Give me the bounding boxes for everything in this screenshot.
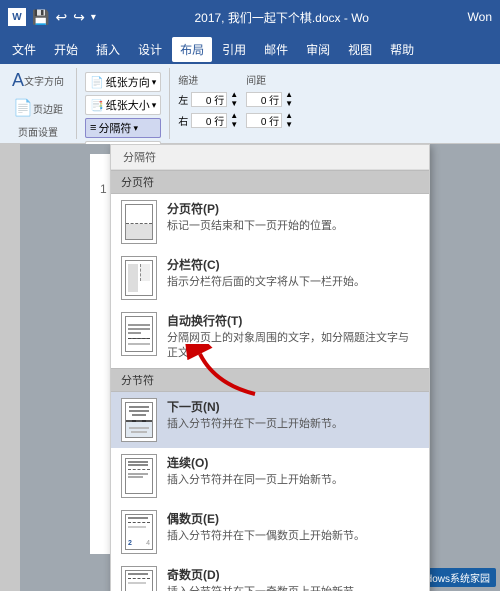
menu-view[interactable]: 视图 [340, 37, 380, 62]
spacing-after-down[interactable]: ▼ [285, 120, 293, 129]
save-icon[interactable]: 💾 [32, 9, 49, 26]
indent-left-down[interactable]: ▼ [230, 99, 238, 108]
spacing-before-down[interactable]: ▼ [285, 99, 293, 108]
indent-right-input[interactable] [191, 113, 227, 128]
orientation-arrow: ▾ [152, 77, 157, 88]
window-controls[interactable]: Won [468, 10, 492, 24]
redo-icon[interactable]: ↪ [73, 9, 85, 26]
odd-page-text: 奇数页(D) 插入分节符并在下一奇数页上开始新节。 [167, 566, 419, 591]
undo-icon[interactable]: ↩ [55, 9, 67, 26]
break-button[interactable]: ≡ 分隔符 ▾ [85, 118, 161, 138]
app-icon: W [8, 8, 26, 26]
dropdown-item-odd-page[interactable]: 1 3 奇数页(D) 插入分节符并在下一奇数页上开始新节。 [111, 560, 429, 591]
indent-left-input[interactable] [191, 92, 227, 107]
next-page-text: 下一页(N) 插入分节符并在下一页上开始新节。 [167, 398, 419, 432]
continuous-icon [121, 454, 157, 498]
col-break-icon [121, 256, 157, 300]
cursor-indicator: 1 [100, 182, 107, 196]
indent-left-up[interactable]: ▲ [230, 90, 238, 99]
indent-section: 缩进 左 ▲ ▼ 右 ▲ ▼ [178, 72, 238, 139]
ribbon-group-separator: 📄 纸张方向 ▾ 📑 纸张大小 ▾ ≡ 分隔符 ▾ ⊟ 栏 ▾ [85, 68, 170, 139]
text-direction-button[interactable]: A 文字方向 [8, 68, 68, 93]
continuous-text: 连续(O) 插入分节符并在同一页上开始新节。 [167, 454, 419, 488]
menu-file[interactable]: 文件 [4, 37, 44, 62]
document-area: 西严来到适已经在这条 长椅旁有一绿的袋子和 爸妈是前已经有五天了 西，我们，就头… [0, 144, 500, 591]
section-header-page: 分页符 [111, 170, 429, 194]
window-title: 2017, 我们一起下个棋.docx - Wo [96, 9, 468, 26]
dropdown-item-continuous[interactable]: 连续(O) 插入分节符并在同一页上开始新节。 [111, 448, 429, 504]
page-margin-button[interactable]: 📄 页边距 [9, 96, 67, 120]
spacing-section: 间距 ▲ ▼ ▲ ▼ [246, 72, 293, 139]
menu-home[interactable]: 开始 [46, 37, 86, 62]
spacing-before-up[interactable]: ▲ [285, 90, 293, 99]
spacing-after-up[interactable]: ▲ [285, 111, 293, 120]
menu-design[interactable]: 设计 [130, 37, 170, 62]
even-page-text: 偶数页(E) 插入分节符并在下一偶数页上开始新节。 [167, 510, 419, 544]
odd-page-icon: 1 3 [121, 566, 157, 591]
break-dropdown-menu: 分隔符 分页符 分页符(P) 标记一页结束和下一页开始的位置。 [110, 144, 430, 591]
dropdown-item-even-page[interactable]: 2 4 偶数页(E) 插入分节符并在下一偶数页上开始新节。 [111, 504, 429, 560]
wrap-break-icon [121, 312, 157, 356]
menu-references[interactable]: 引用 [214, 37, 254, 62]
wrap-break-text: 自动换行符(T) 分隔网页上的对象周围的文字，如分隔题注文字与正文。 [167, 312, 419, 362]
ribbon-group-textdir: A 文字方向 📄 页边距 页面设置 [8, 68, 77, 139]
dropdown-item-col-break[interactable]: 分栏符(C) 指示分栏符后面的文字将从下一栏开始。 [111, 250, 429, 306]
indent-right-up[interactable]: ▲ [230, 111, 238, 120]
title-text: 2017, 我们一起下个棋.docx - Wo [194, 11, 369, 25]
menu-mail[interactable]: 邮件 [256, 37, 296, 62]
dropdown-title: 分隔符 [111, 145, 429, 170]
page-break-text: 分页符(P) 标记一页结束和下一页开始的位置。 [167, 200, 419, 234]
title-bar: W 💾 ↩ ↪ ▾ 2017, 我们一起下个棋.docx - Wo Won [0, 0, 500, 34]
ribbon-group-indent: 缩进 左 ▲ ▼ 右 ▲ ▼ [178, 68, 301, 139]
dropdown-item-next-page[interactable]: 下一页(N) 插入分节符并在下一页上开始新节。 [111, 392, 429, 448]
page-break-icon [121, 200, 157, 244]
section-header-section: 分节符 [111, 368, 429, 392]
menu-bar: 文件 开始 插入 设计 布局 引用 邮件 审阅 视图 帮助 [0, 34, 500, 64]
break-arrow: ▾ [133, 123, 138, 134]
even-page-icon: 2 4 [121, 510, 157, 554]
menu-help[interactable]: 帮助 [382, 37, 422, 62]
col-break-text: 分栏符(C) 指示分栏符后面的文字将从下一栏开始。 [167, 256, 419, 290]
spacing-before-input[interactable] [246, 92, 282, 107]
dropdown-item-wrap-break[interactable]: 自动换行符(T) 分隔网页上的对象周围的文字，如分隔题注文字与正文。 [111, 306, 429, 368]
ribbon: A 文字方向 📄 页边距 页面设置 📄 纸张方向 ▾ 📑 纸张大小 ▾ ≡ [0, 64, 500, 144]
paper-orientation-button[interactable]: 📄 纸张方向 ▾ [85, 72, 161, 92]
vertical-ruler [0, 144, 20, 591]
spacing-after-input[interactable] [246, 113, 282, 128]
menu-review[interactable]: 审阅 [298, 37, 338, 62]
menu-insert[interactable]: 插入 [88, 37, 128, 62]
group-label-page: 页面设置 [18, 120, 58, 139]
size-arrow: ▾ [152, 100, 157, 111]
paper-size-button[interactable]: 📑 纸张大小 ▾ [85, 95, 161, 115]
title-bar-left: W 💾 ↩ ↪ ▾ [8, 8, 96, 26]
next-page-icon [121, 398, 157, 442]
indent-right-down[interactable]: ▼ [230, 120, 238, 129]
document-page[interactable]: 西严来到适已经在这条 长椅旁有一绿的袋子和 爸妈是前已经有五天了 西，我们，就头… [20, 144, 500, 591]
menu-layout[interactable]: 布局 [172, 37, 212, 62]
window-control-text: Won [468, 10, 492, 24]
dropdown-item-page-break[interactable]: 分页符(P) 标记一页结束和下一页开始的位置。 [111, 194, 429, 250]
